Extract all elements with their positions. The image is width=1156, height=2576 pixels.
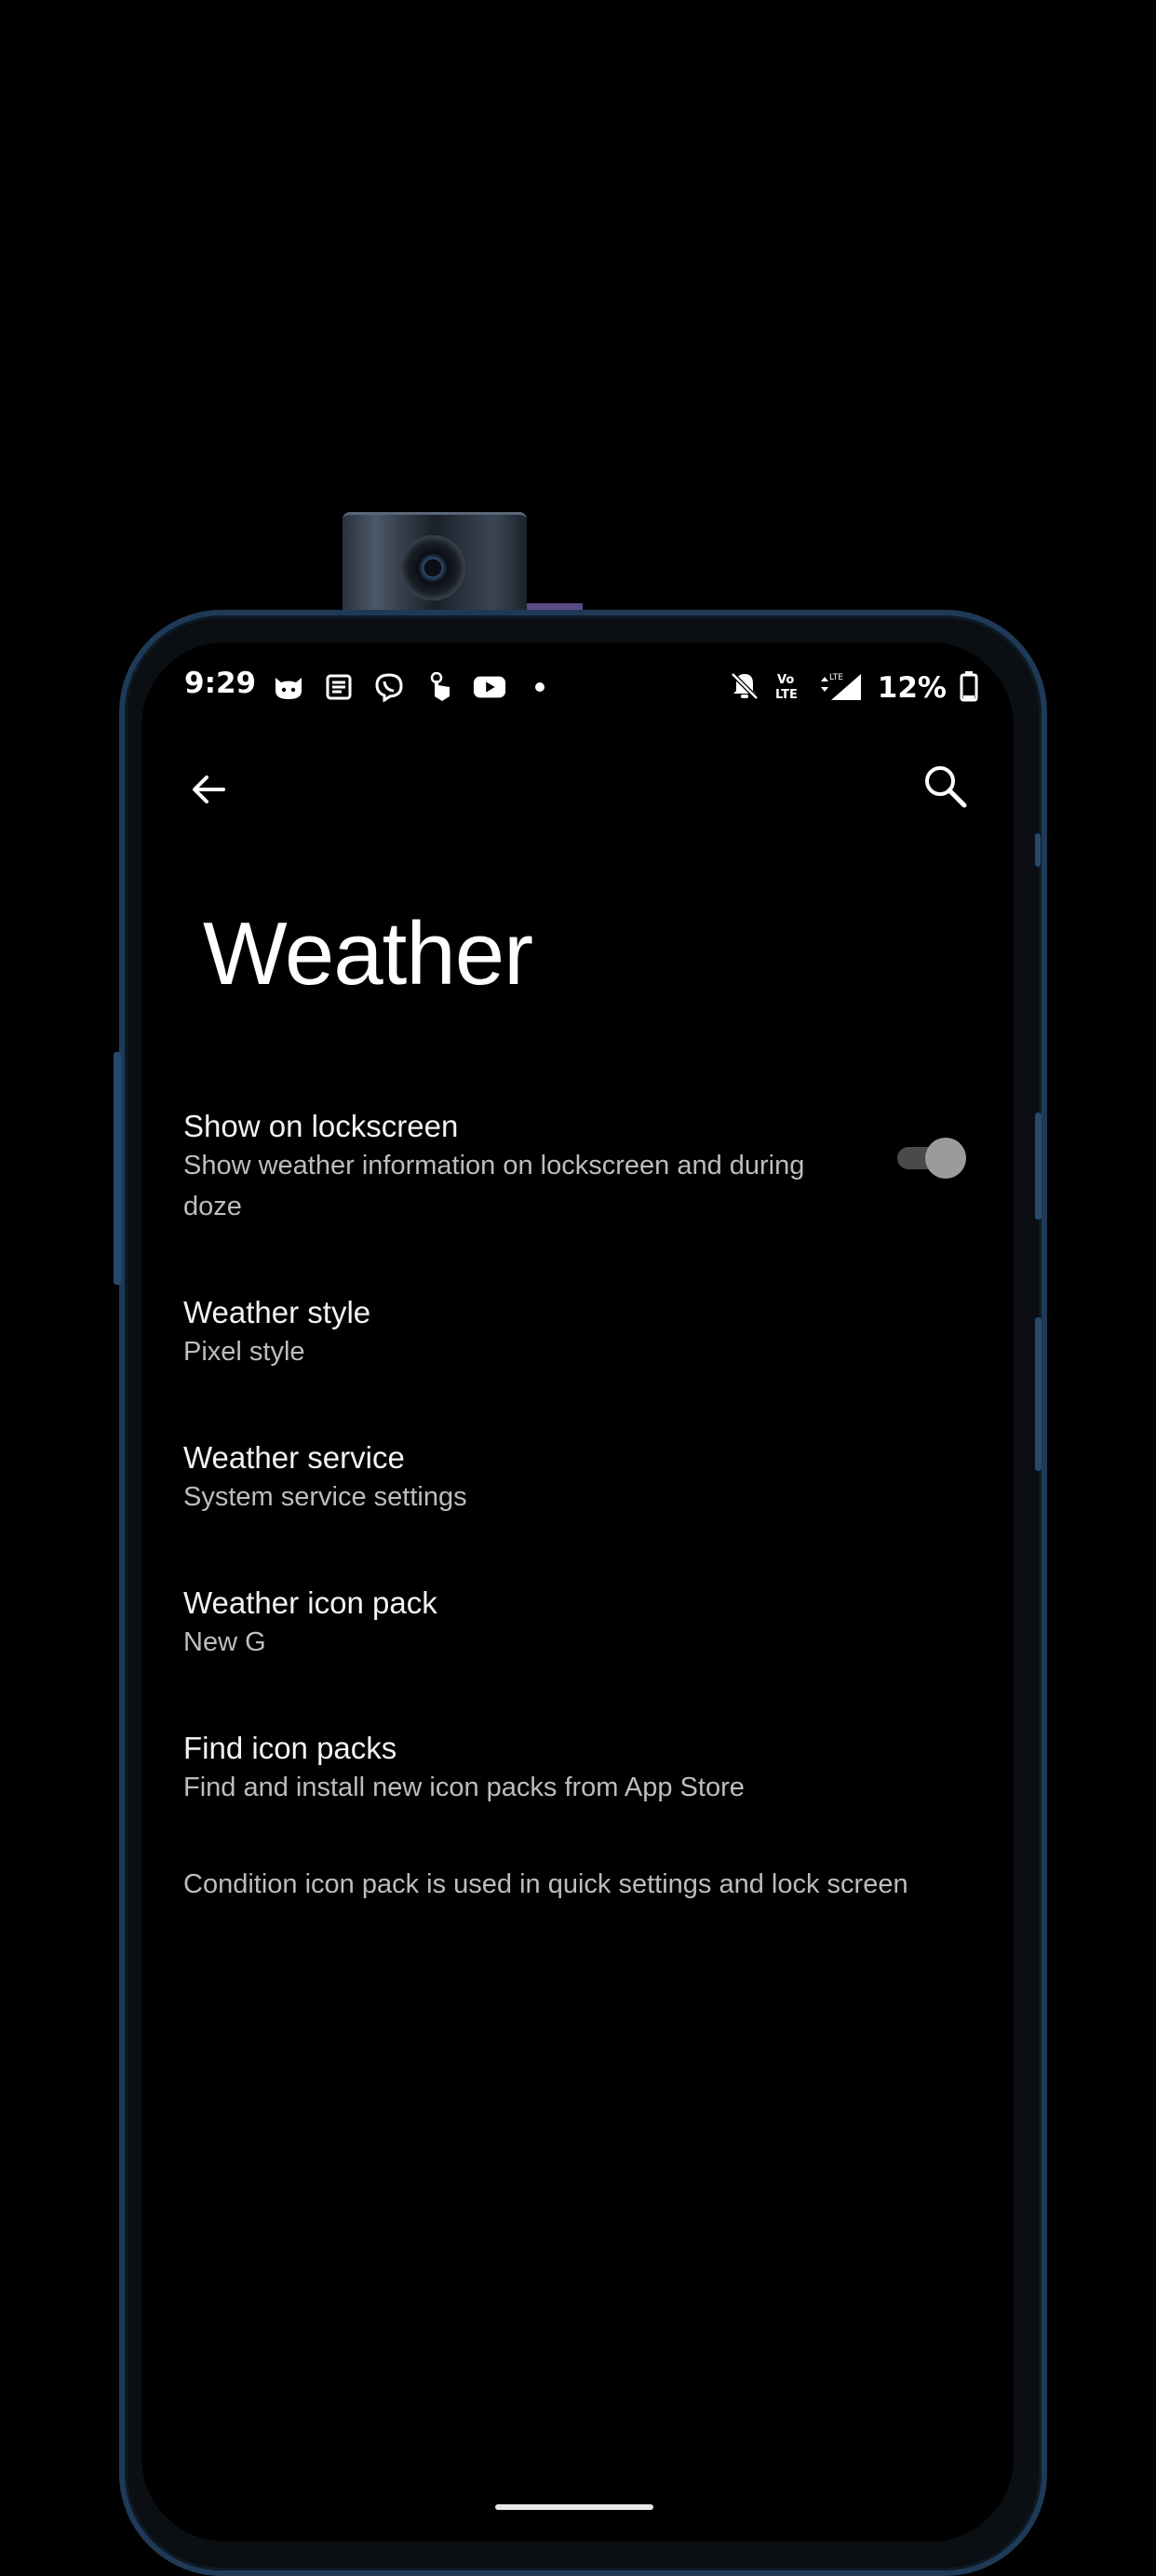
arrow-left-icon (193, 775, 225, 803)
news-icon (322, 672, 356, 702)
pref-summary: New G (183, 1627, 266, 1657)
side-button-right-1 (1035, 1113, 1042, 1220)
notification-icons (272, 672, 557, 702)
bell-off-icon (729, 670, 760, 706)
back-button[interactable] (181, 762, 236, 817)
side-button-right-top (1035, 833, 1041, 867)
signal-icon: LTE (818, 670, 865, 706)
pref-weather-icon-pack[interactable]: Weather icon pack New G (183, 1585, 984, 1663)
svg-text:LTE: LTE (829, 673, 843, 682)
viber-icon (372, 672, 406, 702)
touch-icon (423, 672, 456, 702)
toggle-thumb (925, 1138, 966, 1179)
pref-title: Weather icon pack (183, 1585, 437, 1620)
pref-summary: Pixel style (183, 1337, 305, 1367)
dot-icon (523, 672, 557, 702)
page-title: Weather (203, 904, 533, 1004)
pref-weather-service[interactable]: Weather service System service settings (183, 1439, 984, 1517)
pref-summary: Show weather information on lockscreen a… (183, 1151, 805, 1221)
pref-show-on-lockscreen[interactable]: Show on lockscreen Show weather informat… (183, 1108, 835, 1227)
battery-percent: 12% (877, 671, 947, 705)
svg-text:Vo: Vo (777, 673, 794, 687)
pref-title: Find icon packs (183, 1731, 397, 1765)
popup-camera (343, 512, 527, 617)
search-icon (925, 766, 967, 808)
pref-title: Weather style (183, 1295, 371, 1329)
pref-title: Show on lockscreen (183, 1109, 459, 1143)
volte-icon: Vo LTE (773, 670, 805, 706)
cat-app-icon (272, 672, 305, 702)
youtube-icon (473, 672, 506, 702)
battery-icon (960, 670, 978, 706)
search-button[interactable] (915, 756, 976, 817)
screen: 9:29 Vo LTE LTE 12% Weather Show on lock… (141, 642, 1014, 2542)
status-bar: 9:29 Vo LTE LTE 12% (141, 667, 1014, 722)
home-indicator[interactable] (495, 2504, 653, 2510)
pref-find-icon-packs[interactable]: Find icon packs Find and install new ico… (183, 1730, 984, 1808)
status-time: 9:29 (184, 667, 257, 700)
pref-title: Weather service (183, 1440, 405, 1475)
lockscreen-toggle[interactable] (894, 1136, 966, 1179)
status-right: Vo LTE LTE 12% (729, 670, 978, 706)
camera-lens (400, 535, 465, 600)
svg-text:LTE: LTE (775, 688, 798, 702)
side-button-left (114, 1052, 121, 1285)
pref-weather-style[interactable]: Weather style Pixel style (183, 1294, 984, 1372)
footer-note: Condition icon pack is used in quick set… (183, 1869, 908, 1899)
pref-summary: Find and install new icon packs from App… (183, 1773, 745, 1802)
pref-summary: System service settings (183, 1482, 467, 1512)
side-button-right-2 (1035, 1317, 1042, 1471)
